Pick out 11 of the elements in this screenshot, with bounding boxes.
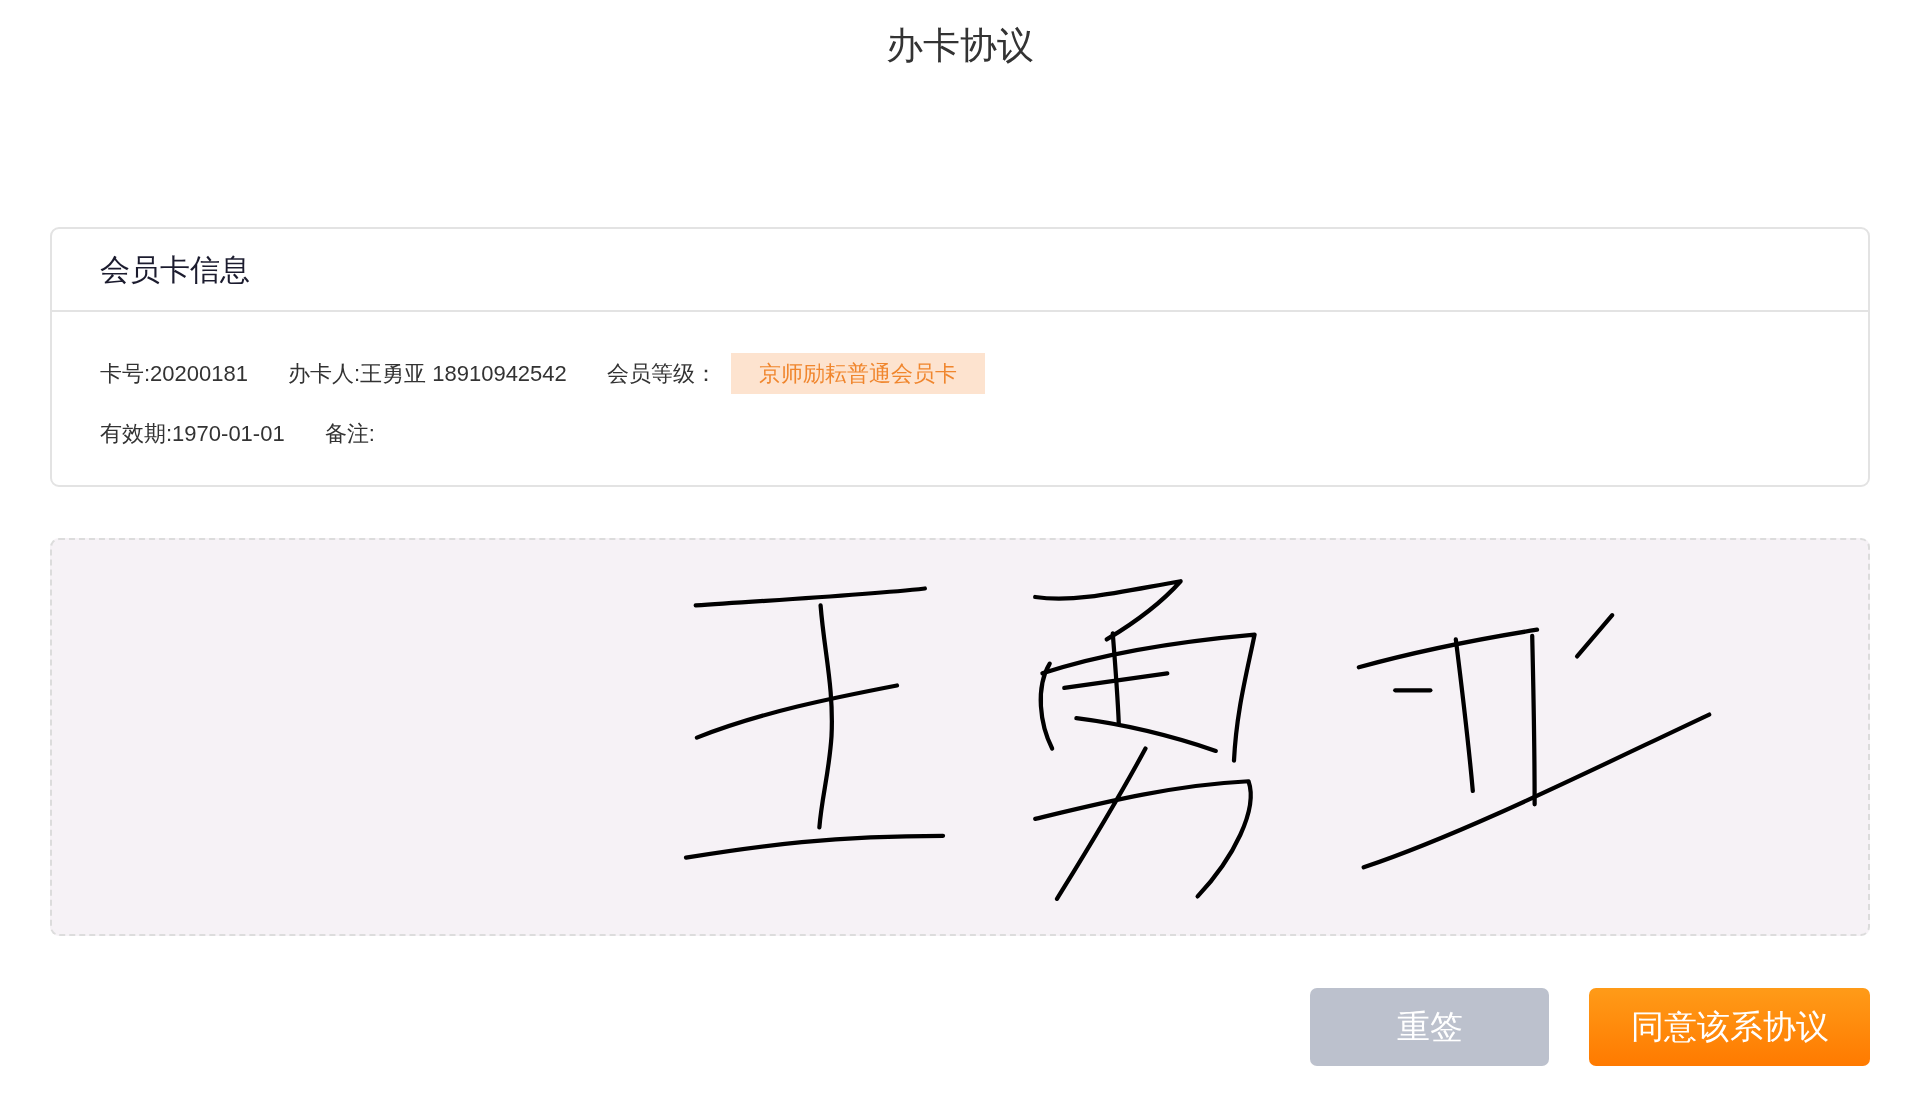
card-title: 会员卡信息	[100, 252, 250, 288]
agree-button[interactable]: 同意该系协议	[1589, 988, 1870, 1066]
page-title: 办卡协议	[885, 23, 1035, 68]
info-field: 备注:	[324, 416, 375, 450]
level-label: 会员等级：	[606, 359, 717, 388]
signature-pad[interactable]	[50, 538, 1870, 936]
level-tag: 京师励耘普通会员卡	[730, 352, 985, 394]
info-field: 卡号:20200181	[100, 356, 248, 390]
re-sign-button[interactable]: 重签	[1310, 988, 1549, 1066]
info-field: 有效期:1970-01-01	[100, 416, 285, 450]
info-field: 办卡人:王勇亚 18910942542	[288, 356, 567, 390]
